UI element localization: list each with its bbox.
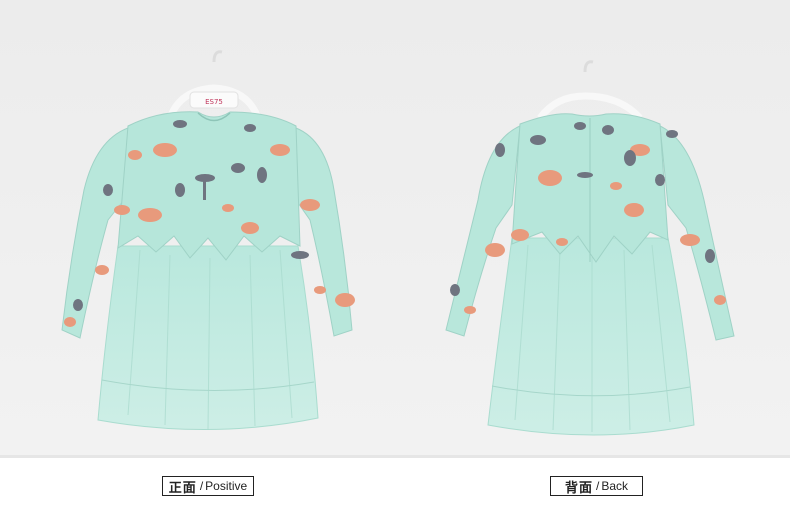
- product-gallery: ES75 正面 / Positive 背面 / Back: [0, 0, 790, 528]
- front-caption-en: Positive: [205, 479, 248, 493]
- back-caption-en: Back: [601, 479, 629, 493]
- dress-photo: ES75: [0, 0, 790, 458]
- back-caption-separator: /: [595, 479, 600, 493]
- caption-row: 正面 / Positive 背面 / Back: [0, 458, 790, 528]
- front-caption-cn: 正面: [168, 480, 197, 496]
- hanger-tag-text: ES75: [205, 98, 223, 106]
- back-caption: 背面 / Back: [550, 476, 643, 496]
- back-caption-cn: 背面: [564, 480, 593, 496]
- front-caption-separator: /: [199, 479, 204, 493]
- front-caption: 正面 / Positive: [162, 476, 254, 496]
